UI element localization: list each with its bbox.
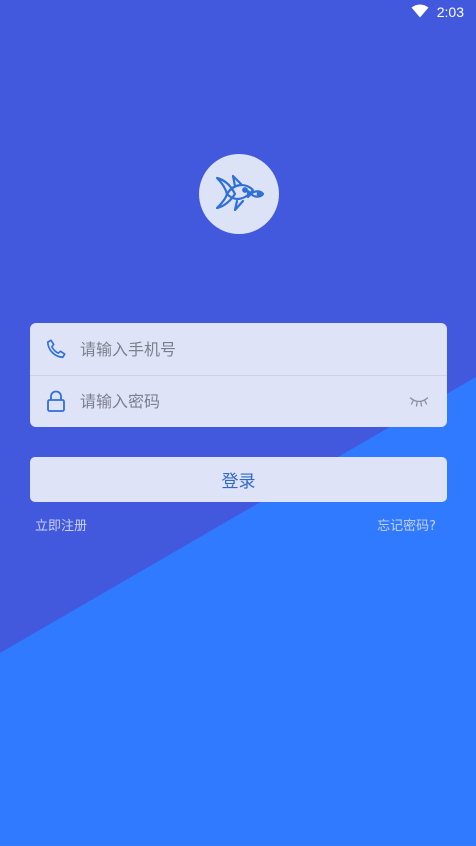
phone-input[interactable] xyxy=(80,339,447,359)
wifi-icon xyxy=(411,3,429,22)
app-logo xyxy=(199,154,279,234)
forgot-password-link[interactable]: 忘记密码? xyxy=(377,515,436,534)
phone-icon xyxy=(44,337,68,361)
password-input[interactable] xyxy=(80,391,407,411)
password-row xyxy=(30,375,447,427)
login-button[interactable]: 登录 xyxy=(30,457,447,502)
status-bar: 2:03 xyxy=(0,0,476,24)
fish-icon xyxy=(211,164,267,224)
phone-row xyxy=(30,323,447,376)
eye-closed-icon[interactable] xyxy=(407,392,431,410)
register-link[interactable]: 立即注册 xyxy=(35,515,87,534)
login-form xyxy=(30,323,447,427)
status-time: 2:03 xyxy=(436,4,464,20)
lock-icon xyxy=(44,389,68,413)
